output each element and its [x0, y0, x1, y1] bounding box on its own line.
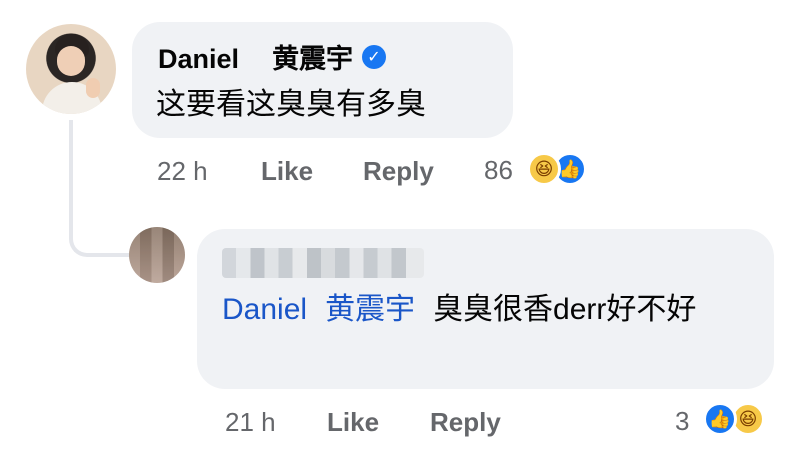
- blurred-reply-author-name: [222, 248, 424, 278]
- avatar-hand: [86, 78, 100, 98]
- comment-author-first-name[interactable]: Daniel: [158, 44, 239, 74]
- reply-time[interactable]: 21 h: [225, 407, 276, 437]
- comment-text: 这要看这臭臭有多臭: [156, 88, 426, 121]
- reply-like-reaction-icon[interactable]: 👍: [703, 402, 737, 436]
- thread-connector-line: [69, 120, 133, 257]
- reply-avatar[interactable]: [129, 227, 185, 283]
- reply-text: Daniel 黄震宇 臭臭很香derr好不好: [222, 284, 742, 336]
- avatar-face: [57, 46, 85, 76]
- verified-badge-icon: ✓: [362, 45, 386, 69]
- comment-author-second-name[interactable]: 黄震宇: [272, 44, 353, 74]
- comment-reply-button[interactable]: Reply: [363, 156, 434, 186]
- comment-like-button[interactable]: Like: [261, 156, 313, 186]
- haha-reaction-icon[interactable]: 😆: [527, 152, 561, 186]
- commenter-avatar[interactable]: [26, 24, 116, 114]
- comment-author-name[interactable]: Daniel 黄震宇: [158, 43, 353, 75]
- reply-mention-second[interactable]: 黄震宇: [325, 293, 415, 326]
- comment-reaction-count[interactable]: 86: [484, 155, 513, 185]
- comment-time[interactable]: 22 h: [157, 156, 208, 186]
- reply-mention-first[interactable]: Daniel: [222, 293, 307, 326]
- reply-reply-button[interactable]: Reply: [430, 407, 501, 437]
- reply-message: 臭臭很香derr好不好: [433, 293, 697, 326]
- reply-like-button[interactable]: Like: [327, 407, 379, 437]
- reply-reaction-count[interactable]: 3: [675, 406, 689, 436]
